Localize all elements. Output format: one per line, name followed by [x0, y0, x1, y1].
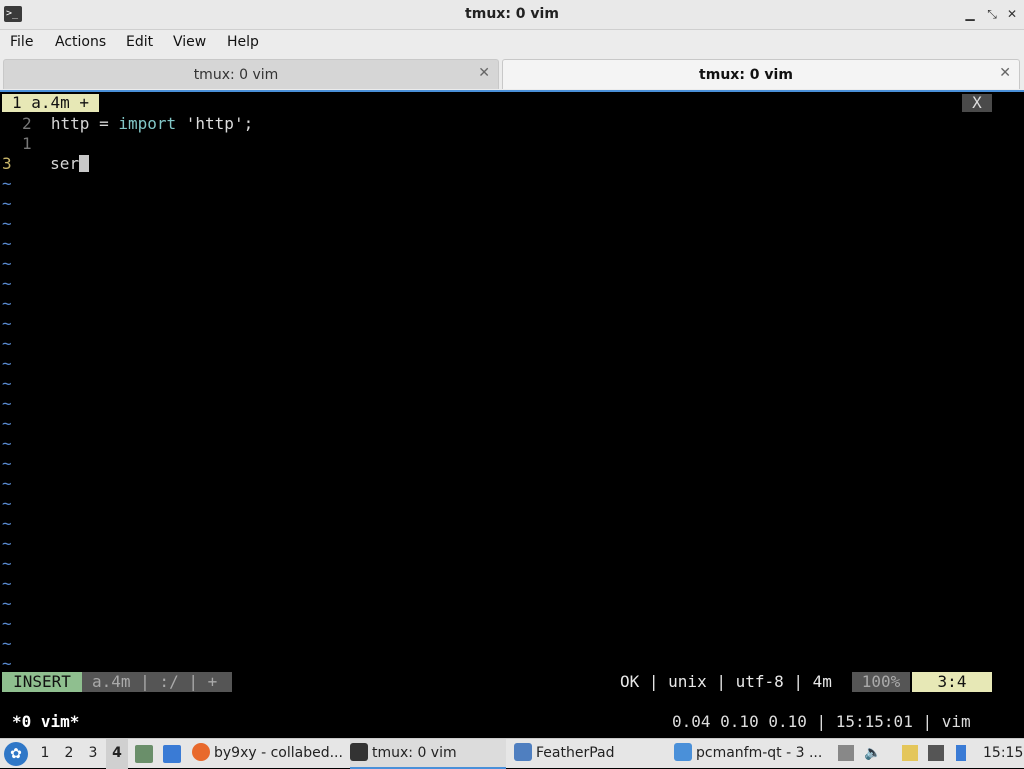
taskbar: ✿ 1 2 3 4 by9xy - collabed... tmux: 0 vi… [0, 738, 1024, 769]
terminal-area[interactable]: 1 a.4m + X 2 http = import 'http'; 1 3 s… [0, 90, 1024, 738]
tilde-marker: ~ [2, 334, 12, 353]
tilde-marker: ~ [2, 514, 12, 533]
network-icon[interactable] [928, 745, 944, 761]
tab-terminal-1[interactable]: tmux: 0 vim ✕ [3, 59, 499, 89]
tab-label: tmux: 0 vim [193, 67, 279, 83]
maximize-icon[interactable]: ⤡ [984, 6, 1000, 22]
task-label: tmux: 0 vim [372, 745, 457, 761]
task-firefox[interactable]: by9xy - collabed... [192, 739, 344, 769]
task-label: pcmanfm-qt - 3 ... [696, 745, 823, 761]
desktop-launcher-icon[interactable] [163, 745, 181, 763]
vim-file-meta: OK | unix | utf-8 | 4m [620, 672, 832, 691]
tilde-marker: ~ [2, 434, 12, 453]
menu-file[interactable]: File [10, 34, 33, 50]
window-titlebar: >_ tmux: 0 vim ▁ ⤡ ✕ [0, 0, 1024, 30]
folder-icon [674, 743, 692, 761]
task-featherpad[interactable]: FeatherPad [514, 739, 666, 769]
tab-terminal-2[interactable]: tmux: 0 vim ✕ [502, 59, 1020, 89]
code-line-current: 3 ser [2, 154, 90, 174]
tilde-marker: ~ [2, 294, 12, 313]
bluetooth-icon[interactable] [956, 745, 966, 761]
menu-bar: File Actions Edit View Help [0, 30, 1024, 56]
line-number: 2 [22, 114, 32, 133]
tab-close-icon[interactable]: ✕ [999, 65, 1011, 81]
tmux-statusbar: *0 vim* 0.04 0.10 0.10 | 15:15:01 | vim [0, 712, 1024, 732]
code-line: 2 http = import 'http'; [22, 114, 253, 134]
file-manager-launcher-icon[interactable] [135, 745, 153, 763]
tab-close-icon[interactable]: ✕ [478, 65, 490, 81]
clock[interactable]: 15:15 [983, 739, 1023, 769]
vim-percent: 100% [852, 672, 910, 692]
start-menu-icon[interactable]: ✿ [4, 742, 28, 766]
menu-actions[interactable]: Actions [55, 34, 106, 50]
menu-help[interactable]: Help [227, 34, 259, 50]
tilde-marker: ~ [2, 594, 12, 613]
vim-mode: INSERT [2, 672, 82, 692]
tab-bar: tmux: 0 vim ✕ tmux: 0 vim ✕ [0, 56, 1024, 90]
code-text: ser [50, 154, 80, 173]
tilde-marker: ~ [2, 534, 12, 553]
tilde-marker: ~ [2, 194, 12, 213]
window-title: tmux: 0 vim [465, 6, 559, 22]
task-label: FeatherPad [536, 745, 615, 761]
task-label: by9xy - collabed... [214, 745, 343, 761]
tilde-marker: ~ [2, 314, 12, 333]
tilde-marker: ~ [2, 654, 12, 673]
line-number: 1 [22, 134, 32, 153]
code-var: http = [50, 114, 119, 133]
code-keyword: import [118, 114, 177, 133]
tilde-marker: ~ [2, 254, 12, 273]
vim-statusline: INSERT a.4m | :/ | + OK | unix | utf-8 |… [0, 672, 1024, 692]
vim-buffer-tab[interactable]: 1 a.4m + [2, 94, 100, 112]
volume-icon[interactable]: 🔈 [864, 745, 880, 761]
menu-edit[interactable]: Edit [126, 34, 153, 50]
workspace-4[interactable]: 4 [106, 739, 128, 769]
tilde-marker: ~ [2, 374, 12, 393]
minimize-icon[interactable]: ▁ [962, 6, 978, 22]
tilde-marker: ~ [2, 574, 12, 593]
code-line: 1 [22, 134, 32, 154]
tilde-marker: ~ [2, 214, 12, 233]
task-terminal[interactable]: tmux: 0 vim [350, 739, 506, 769]
notes-icon[interactable] [902, 745, 918, 761]
featherpad-icon [514, 743, 532, 761]
tilde-marker: ~ [2, 454, 12, 473]
workspace-1[interactable]: 1 [34, 739, 56, 769]
text-cursor [79, 155, 90, 172]
terminal-icon [350, 743, 368, 761]
code-string: 'http'; [176, 114, 254, 133]
tilde-marker: ~ [2, 234, 12, 253]
tilde-marker: ~ [2, 274, 12, 293]
clipboard-icon[interactable] [838, 745, 854, 761]
vim-file-info: a.4m | :/ | + [82, 672, 232, 692]
tilde-marker: ~ [2, 474, 12, 493]
workspace-3[interactable]: 3 [82, 739, 104, 769]
tab-label: tmux: 0 vim [699, 67, 793, 83]
vim-close-buffer-button[interactable]: X [962, 94, 992, 112]
vim-cursor-position: 3:4 [912, 672, 992, 692]
tilde-marker: ~ [2, 414, 12, 433]
tilde-marker: ~ [2, 354, 12, 373]
tilde-marker: ~ [2, 554, 12, 573]
tmux-window-list[interactable]: *0 vim* [12, 712, 79, 732]
workspace-2[interactable]: 2 [58, 739, 80, 769]
tilde-marker: ~ [2, 174, 12, 193]
task-pcmanfm[interactable]: pcmanfm-qt - 3 ... [674, 739, 826, 769]
firefox-icon [192, 743, 210, 761]
close-icon[interactable]: ✕ [1004, 6, 1020, 22]
tilde-marker: ~ [2, 614, 12, 633]
tilde-marker: ~ [2, 634, 12, 653]
menu-view[interactable]: View [173, 34, 206, 50]
tmux-status-right: 0.04 0.10 0.10 | 15:15:01 | vim [672, 712, 971, 731]
tilde-marker: ~ [2, 394, 12, 413]
tilde-marker: ~ [2, 494, 12, 513]
line-number-current: 3 [2, 154, 12, 173]
